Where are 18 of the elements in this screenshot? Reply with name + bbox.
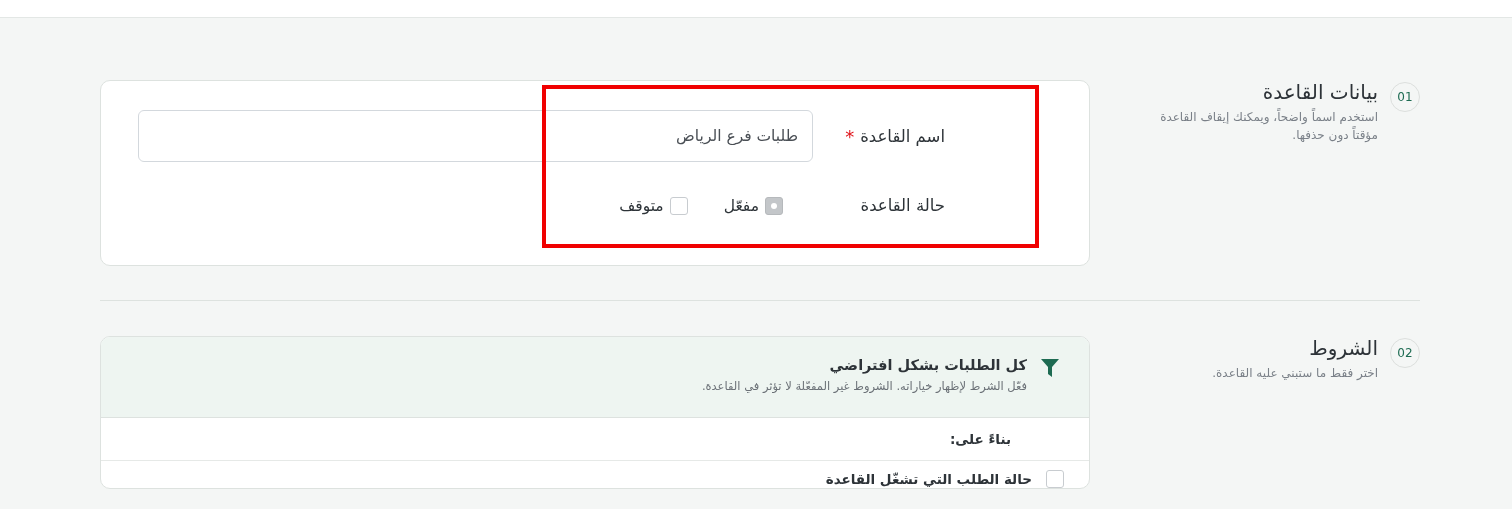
checkbox[interactable] bbox=[765, 196, 783, 215]
based-on-label: بناءً على: bbox=[101, 418, 1089, 461]
section-description: استخدم اسماً واضحاً، ويمكنك إيقاف القاعدة مؤقتاً دون حذفها. bbox=[1159, 108, 1378, 144]
checkbox[interactable] bbox=[669, 196, 688, 215]
field-label: حالة القاعدة bbox=[859, 196, 945, 215]
field-label: اسم القاعدة bbox=[860, 126, 945, 146]
section-title: الشروط bbox=[1308, 336, 1378, 360]
section-description: اختر فقط ما ستبني عليه القاعدة. bbox=[1211, 365, 1378, 382]
required-mark: * bbox=[845, 125, 855, 147]
filter-icon bbox=[1041, 359, 1059, 377]
header-subtitle: فعّل الشرط لإظهار خياراته. الشروط غير المفعّلة لا تؤثر في القاعدة. bbox=[701, 379, 1027, 393]
header-title: كل الطلبات بشكل افتراضي bbox=[828, 357, 1027, 373]
option-label[interactable]: متوقف bbox=[619, 196, 664, 215]
section-title: بيانات القاعدة bbox=[1261, 80, 1378, 104]
checkbox[interactable] bbox=[1046, 470, 1064, 488]
option-label[interactable]: مفعّل bbox=[723, 196, 759, 215]
condition-label[interactable]: حالة الطلب التي تشغّل القاعدة bbox=[825, 471, 1032, 487]
input-field[interactable]: طلبات فرع الرياض bbox=[138, 110, 813, 162]
